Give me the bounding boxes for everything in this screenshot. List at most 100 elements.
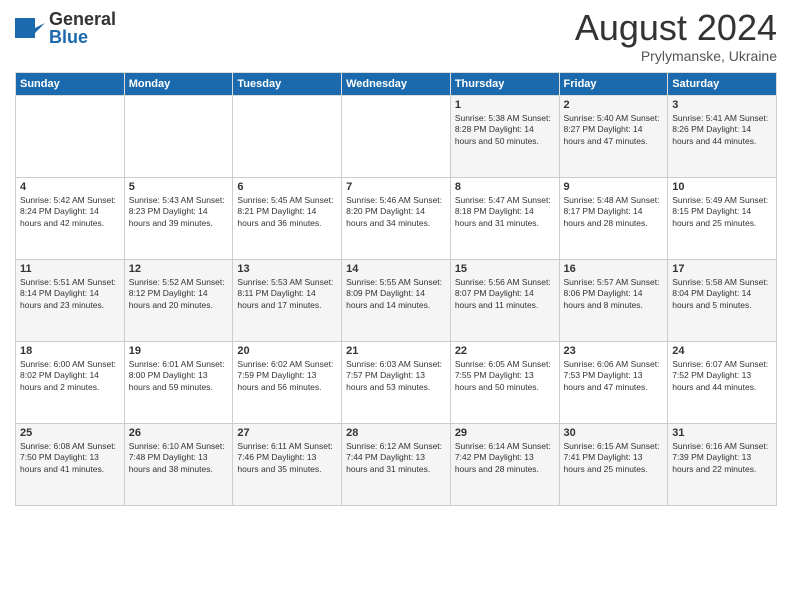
calendar-cell: 24 Sunrise: 6:07 AM Sunset: 7:52 PM Dayli…	[668, 342, 777, 424]
day-info: Sunrise: 5:41 AM Sunset: 8:26 PM Dayligh…	[672, 113, 772, 147]
day-number: 3	[672, 99, 772, 111]
day-number: 26	[129, 427, 229, 439]
day-number: 25	[20, 427, 120, 439]
calendar-cell	[342, 96, 451, 178]
day-number: 6	[237, 181, 337, 193]
day-info: Sunrise: 6:08 AM Sunset: 7:50 PM Dayligh…	[20, 441, 120, 475]
calendar-cell: 1 Sunrise: 5:38 AM Sunset: 8:28 PM Daylig…	[450, 96, 559, 178]
calendar-cell: 2Sunrise: 5:40 AM Sunset: 8:27 PM Daylig…	[559, 96, 668, 178]
day-number: 19	[129, 345, 229, 357]
calendar-cell: 21 Sunrise: 6:03 AM Sunset: 7:57 PM Dayli…	[342, 342, 451, 424]
day-info: Sunrise: 6:02 AM Sunset: 7:59 PM Dayligh…	[237, 359, 337, 393]
calendar-cell: 15 Sunrise: 5:56 AM Sunset: 8:07 PM Dayli…	[450, 260, 559, 342]
day-number: 5	[129, 181, 229, 193]
col-saturday: Saturday	[668, 73, 777, 96]
calendar-cell: 19 Sunrise: 6:01 AM Sunset: 8:00 PM Dayli…	[124, 342, 233, 424]
day-info: Sunrise: 6:03 AM Sunset: 7:57 PM Dayligh…	[346, 359, 446, 393]
location: Prylymanske, Ukraine	[575, 48, 777, 64]
calendar-week-2: 4Sunrise: 5:42 AM Sunset: 8:24 PM Daylig…	[16, 178, 777, 260]
day-number: 21	[346, 345, 446, 357]
calendar-cell: 25 Sunrise: 6:08 AM Sunset: 7:50 PM Dayli…	[16, 424, 125, 506]
logo-icon	[15, 13, 45, 43]
day-number: 23	[564, 345, 664, 357]
title-block: August 2024 Prylymanske, Ukraine	[575, 10, 777, 64]
col-thursday: Thursday	[450, 73, 559, 96]
col-sunday: Sunday	[16, 73, 125, 96]
day-number: 10	[672, 181, 772, 193]
day-info: Sunrise: 6:07 AM Sunset: 7:52 PM Dayligh…	[672, 359, 772, 393]
day-number: 2	[564, 99, 664, 111]
day-number: 24	[672, 345, 772, 357]
day-info: Sunrise: 5:57 AM Sunset: 8:06 PM Dayligh…	[564, 277, 664, 311]
day-number: 30	[564, 427, 664, 439]
day-number: 27	[237, 427, 337, 439]
day-number: 13	[237, 263, 337, 275]
calendar-cell: 5 Sunrise: 5:43 AM Sunset: 8:23 PM Daylig…	[124, 178, 233, 260]
day-info: Sunrise: 5:42 AM Sunset: 8:24 PM Dayligh…	[20, 195, 120, 229]
day-info: Sunrise: 5:55 AM Sunset: 8:09 PM Dayligh…	[346, 277, 446, 311]
calendar-week-5: 25 Sunrise: 6:08 AM Sunset: 7:50 PM Dayli…	[16, 424, 777, 506]
calendar-cell: 22 Sunrise: 6:05 AM Sunset: 7:55 PM Dayli…	[450, 342, 559, 424]
day-info: Sunrise: 6:05 AM Sunset: 7:55 PM Dayligh…	[455, 359, 555, 393]
day-info: Sunrise: 6:16 AM Sunset: 7:39 PM Dayligh…	[672, 441, 772, 475]
calendar-cell: 27 Sunrise: 6:11 AM Sunset: 7:46 PM Dayli…	[233, 424, 342, 506]
logo-text: General Blue	[49, 10, 116, 46]
day-number: 1	[455, 99, 555, 111]
calendar-container: General Blue August 2024 Prylymanske, Uk…	[0, 0, 792, 612]
calendar-cell: 8Sunrise: 5:47 AM Sunset: 8:18 PM Daylig…	[450, 178, 559, 260]
day-number: 7	[346, 181, 446, 193]
day-number: 14	[346, 263, 446, 275]
day-info: Sunrise: 5:51 AM Sunset: 8:14 PM Dayligh…	[20, 277, 120, 311]
calendar-cell	[16, 96, 125, 178]
logo-general: General	[49, 10, 116, 28]
day-info: Sunrise: 6:00 AM Sunset: 8:02 PM Dayligh…	[20, 359, 120, 393]
day-number: 9	[564, 181, 664, 193]
day-info: Sunrise: 5:53 AM Sunset: 8:11 PM Dayligh…	[237, 277, 337, 311]
day-number: 15	[455, 263, 555, 275]
day-info: Sunrise: 6:12 AM Sunset: 7:44 PM Dayligh…	[346, 441, 446, 475]
col-wednesday: Wednesday	[342, 73, 451, 96]
calendar-cell: 18 Sunrise: 6:00 AM Sunset: 8:02 PM Dayli…	[16, 342, 125, 424]
day-info: Sunrise: 5:45 AM Sunset: 8:21 PM Dayligh…	[237, 195, 337, 229]
day-number: 29	[455, 427, 555, 439]
calendar-cell: 11Sunrise: 5:51 AM Sunset: 8:14 PM Dayli…	[16, 260, 125, 342]
calendar-cell: 4Sunrise: 5:42 AM Sunset: 8:24 PM Daylig…	[16, 178, 125, 260]
calendar-cell: 12Sunrise: 5:52 AM Sunset: 8:12 PM Dayli…	[124, 260, 233, 342]
calendar-cell: 29 Sunrise: 6:14 AM Sunset: 7:42 PM Dayli…	[450, 424, 559, 506]
col-monday: Monday	[124, 73, 233, 96]
logo-blue: Blue	[49, 28, 116, 46]
day-info: Sunrise: 5:47 AM Sunset: 8:18 PM Dayligh…	[455, 195, 555, 229]
logo: General Blue	[15, 10, 116, 46]
day-info: Sunrise: 6:01 AM Sunset: 8:00 PM Dayligh…	[129, 359, 229, 393]
day-info: Sunrise: 5:43 AM Sunset: 8:23 PM Dayligh…	[129, 195, 229, 229]
day-number: 28	[346, 427, 446, 439]
day-number: 18	[20, 345, 120, 357]
day-info: Sunrise: 6:15 AM Sunset: 7:41 PM Dayligh…	[564, 441, 664, 475]
calendar-cell	[124, 96, 233, 178]
day-number: 22	[455, 345, 555, 357]
day-number: 20	[237, 345, 337, 357]
calendar-cell: 7Sunrise: 5:46 AM Sunset: 8:20 PM Daylig…	[342, 178, 451, 260]
header-row: Sunday Monday Tuesday Wednesday Thursday…	[16, 73, 777, 96]
day-info: Sunrise: 6:11 AM Sunset: 7:46 PM Dayligh…	[237, 441, 337, 475]
day-info: Sunrise: 6:14 AM Sunset: 7:42 PM Dayligh…	[455, 441, 555, 475]
calendar-cell: 9Sunrise: 5:48 AM Sunset: 8:17 PM Daylig…	[559, 178, 668, 260]
col-friday: Friday	[559, 73, 668, 96]
day-info: Sunrise: 6:10 AM Sunset: 7:48 PM Dayligh…	[129, 441, 229, 475]
day-info: Sunrise: 5:49 AM Sunset: 8:15 PM Dayligh…	[672, 195, 772, 229]
day-info: Sunrise: 5:38 AM Sunset: 8:28 PM Dayligh…	[455, 113, 555, 147]
day-info: Sunrise: 5:58 AM Sunset: 8:04 PM Dayligh…	[672, 277, 772, 311]
calendar-cell: 30 Sunrise: 6:15 AM Sunset: 7:41 PM Dayli…	[559, 424, 668, 506]
calendar-cell: 10 Sunrise: 5:49 AM Sunset: 8:15 PM Dayli…	[668, 178, 777, 260]
month-title: August 2024	[575, 10, 777, 46]
calendar-week-1: 1 Sunrise: 5:38 AM Sunset: 8:28 PM Daylig…	[16, 96, 777, 178]
calendar-cell: 17Sunrise: 5:58 AM Sunset: 8:04 PM Dayli…	[668, 260, 777, 342]
col-tuesday: Tuesday	[233, 73, 342, 96]
calendar-cell: 3 Sunrise: 5:41 AM Sunset: 8:26 PM Daylig…	[668, 96, 777, 178]
calendar-week-4: 18 Sunrise: 6:00 AM Sunset: 8:02 PM Dayli…	[16, 342, 777, 424]
calendar-cell: 20 Sunrise: 6:02 AM Sunset: 7:59 PM Dayli…	[233, 342, 342, 424]
calendar-cell	[233, 96, 342, 178]
calendar-cell: 16 Sunrise: 5:57 AM Sunset: 8:06 PM Dayli…	[559, 260, 668, 342]
day-number: 16	[564, 263, 664, 275]
day-info: Sunrise: 5:56 AM Sunset: 8:07 PM Dayligh…	[455, 277, 555, 311]
